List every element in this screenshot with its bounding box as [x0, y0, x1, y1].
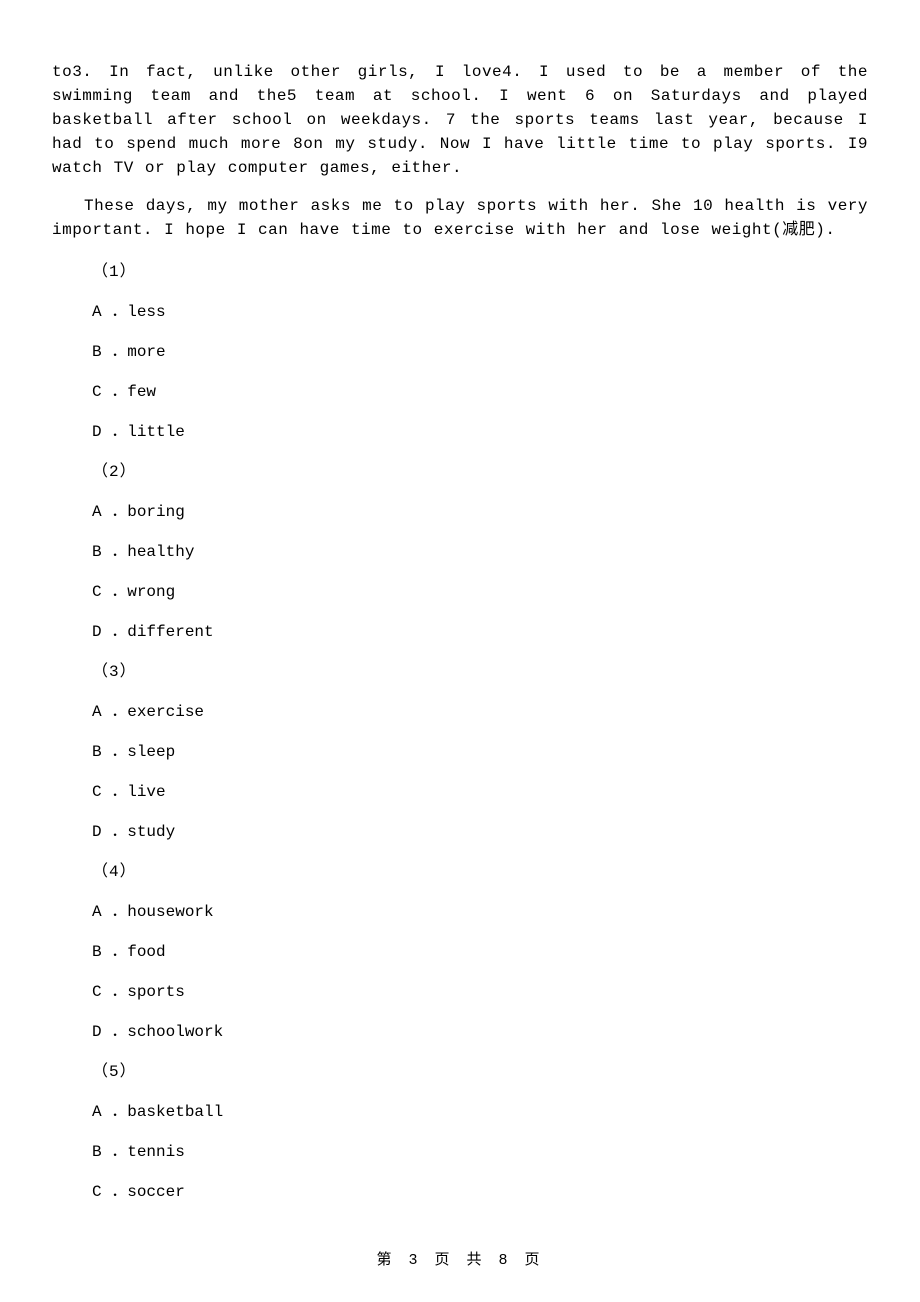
option-text: study	[127, 823, 175, 841]
option-text: different	[127, 623, 213, 641]
option-text: wrong	[127, 583, 175, 601]
option-label: D ．	[92, 423, 127, 441]
option-label: C ．	[92, 383, 127, 401]
option-label: B ．	[92, 1143, 127, 1161]
question-1-option-c: C ．few	[92, 380, 868, 404]
option-text: housework	[127, 903, 213, 921]
option-text: live	[127, 783, 165, 801]
question-2-option-a: A ．boring	[92, 500, 868, 524]
option-text: basketball	[127, 1103, 223, 1121]
option-text: sleep	[127, 743, 175, 761]
question-2-option-d: D ．different	[92, 620, 868, 644]
question-5-option-a: A ．basketball	[92, 1100, 868, 1124]
option-label: D ．	[92, 823, 127, 841]
option-label: B ．	[92, 943, 127, 961]
question-number-5: （5）	[92, 1060, 868, 1084]
option-text: less	[127, 303, 165, 321]
option-label: C ．	[92, 583, 127, 601]
option-label: A ．	[92, 303, 127, 321]
page: to3. In fact, unlike other girls, I love…	[0, 0, 920, 1302]
question-4-option-c: C ．sports	[92, 980, 868, 1004]
question-number-1: （1）	[92, 260, 868, 284]
question-3-option-b: B ．sleep	[92, 740, 868, 764]
question-4-option-d: D ．schoolwork	[92, 1020, 868, 1044]
option-label: B ．	[92, 343, 127, 361]
question-1-option-a: A ．less	[92, 300, 868, 324]
option-text: few	[127, 383, 156, 401]
option-label: D ．	[92, 1023, 127, 1041]
question-number-3: （3）	[92, 660, 868, 684]
option-text: food	[127, 943, 165, 961]
question-5-option-c: C ．soccer	[92, 1180, 868, 1204]
question-1-option-d: D ．little	[92, 420, 868, 444]
option-text: boring	[127, 503, 185, 521]
question-3-option-a: A ．exercise	[92, 700, 868, 724]
option-text: tennis	[127, 1143, 185, 1161]
question-3-option-c: C ．live	[92, 780, 868, 804]
option-label: C ．	[92, 783, 127, 801]
question-1-option-b: B ．more	[92, 340, 868, 364]
option-label: A ．	[92, 503, 127, 521]
option-label: B ．	[92, 743, 127, 761]
option-label: A ．	[92, 703, 127, 721]
question-2-option-b: B ．healthy	[92, 540, 868, 564]
option-label: B ．	[92, 543, 127, 561]
option-text: soccer	[127, 1183, 185, 1201]
page-footer: 第 3 页 共 8 页	[0, 1250, 920, 1273]
passage-paragraph-2: These days, my mother asks me to play sp…	[52, 194, 868, 242]
option-label: C ．	[92, 1183, 127, 1201]
option-text: schoolwork	[127, 1023, 223, 1041]
question-2-option-c: C ．wrong	[92, 580, 868, 604]
question-number-4: （4）	[92, 860, 868, 884]
option-label: D ．	[92, 623, 127, 641]
option-text: healthy	[127, 543, 194, 561]
option-text: exercise	[127, 703, 204, 721]
question-4-option-b: B ．food	[92, 940, 868, 964]
option-text: sports	[127, 983, 185, 1001]
question-3-option-d: D ．study	[92, 820, 868, 844]
question-5-option-b: B ．tennis	[92, 1140, 868, 1164]
passage-paragraph-1: to3. In fact, unlike other girls, I love…	[52, 60, 868, 180]
question-4-option-a: A ．housework	[92, 900, 868, 924]
option-text: little	[127, 423, 185, 441]
option-label: A ．	[92, 903, 127, 921]
question-number-2: （2）	[92, 460, 868, 484]
questions-container: （1） A ．less B ．more C ．few D ．little （2）…	[92, 260, 868, 1204]
option-label: C ．	[92, 983, 127, 1001]
option-label: A ．	[92, 1103, 127, 1121]
option-text: more	[127, 343, 165, 361]
